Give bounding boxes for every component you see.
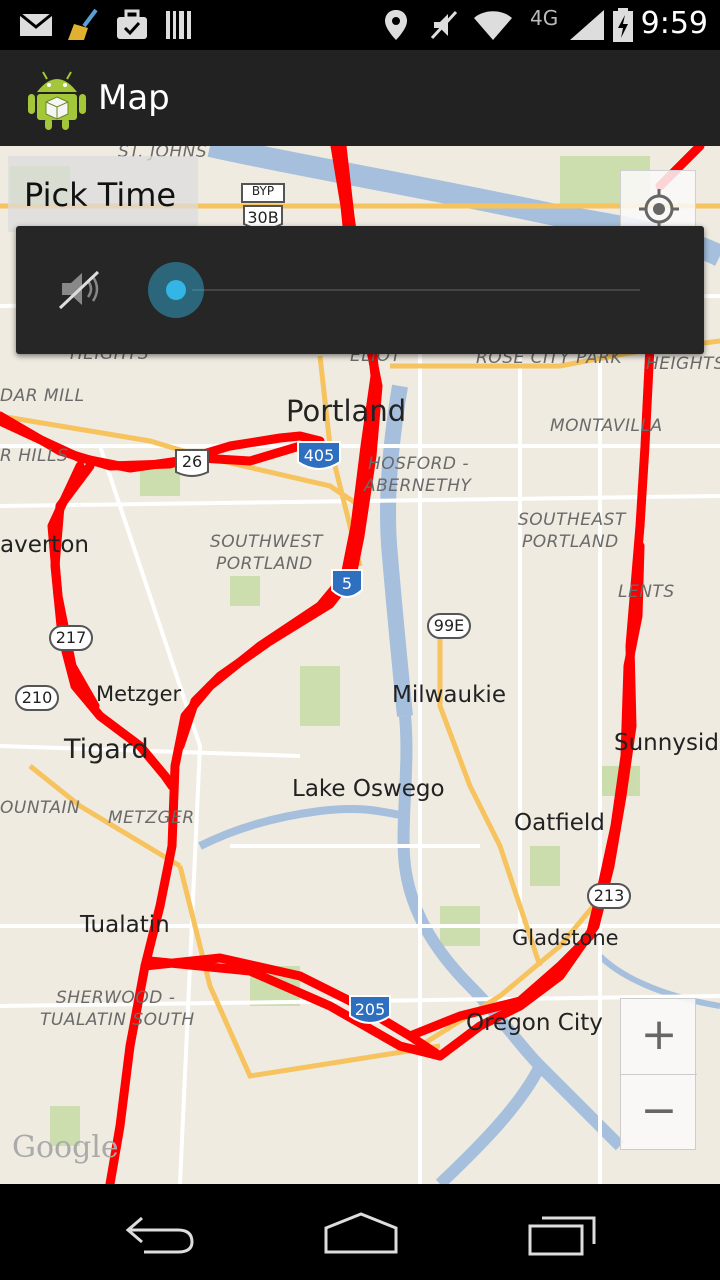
google-logo: Google — [12, 1130, 119, 1165]
zoom-in-button[interactable]: + — [621, 999, 697, 1075]
or213-shield: 213 — [593, 886, 625, 905]
or210-shield: 210 — [21, 688, 53, 707]
pick-time-button[interactable]: Pick Time — [8, 156, 198, 232]
district-label-cedar-mill: DAR MILL — [0, 386, 85, 406]
mute-icon — [430, 10, 458, 40]
district-label-southwest-2: PORTLAND — [216, 554, 313, 574]
district-label-metzger: METZGER — [108, 808, 195, 828]
barcode-icon — [166, 11, 191, 39]
district-label-montavilla: MONTAVILLA — [550, 416, 663, 436]
speaker-muted-icon[interactable] — [58, 266, 104, 312]
district-label-lents: LENTS — [618, 582, 675, 602]
us26-shield: 26 — [181, 452, 203, 471]
place-label-tigard: Tigard — [64, 734, 149, 765]
volume-slider-thumb-core — [166, 280, 186, 300]
home-icon[interactable] — [316, 1206, 406, 1258]
android-app-icon[interactable] — [26, 64, 88, 130]
byp-shield: BYP — [251, 184, 275, 198]
place-label-metzger: Metzger — [96, 682, 182, 706]
signal-icon — [570, 10, 604, 40]
district-label-heights-right: HEIGHTS — [646, 354, 720, 374]
battery-charging-icon — [613, 8, 633, 42]
place-label-oregon-city: Oregon City — [466, 1010, 603, 1036]
place-label-tualatin: Tualatin — [80, 912, 170, 938]
volume-slider-track[interactable] — [192, 289, 640, 291]
district-label-hosford-2: ABERNETHY — [364, 476, 472, 496]
network-type-label: 4G — [530, 6, 559, 30]
action-bar: Map — [0, 50, 720, 146]
gmail-icon — [19, 12, 53, 36]
district-label-southwest-1: SOUTHWEST — [210, 532, 324, 552]
us30b-shield: 30B — [247, 208, 279, 227]
district-label-southeast-1: SOUTHEAST — [518, 510, 626, 530]
volume-panel — [16, 226, 704, 354]
broom-icon — [68, 8, 98, 40]
district-label-hosford-1: HOSFORD - — [368, 454, 470, 474]
place-label-gladstone: Gladstone — [512, 926, 619, 950]
district-label-mountain: OUNTAIN — [0, 798, 81, 818]
district-label-cedar-hills: R HILLS — [0, 446, 69, 466]
zoom-out-button[interactable]: − — [621, 1075, 697, 1151]
volume-slider-thumb[interactable] — [148, 262, 204, 318]
place-label-portland: Portland — [286, 394, 407, 428]
place-label-lake-oswego: Lake Oswego — [292, 776, 445, 802]
status-clock: 9:59 — [640, 6, 708, 41]
place-label-oatfield: Oatfield — [514, 810, 605, 836]
back-icon[interactable] — [114, 1206, 204, 1258]
location-icon — [385, 10, 407, 40]
briefcase-icon — [117, 9, 147, 39]
navigation-bar — [0, 1184, 720, 1280]
wifi-icon — [474, 11, 512, 40]
i5-shield: 5 — [341, 574, 353, 593]
place-label-beaverton: averton — [0, 532, 89, 558]
or217-shield: 217 — [55, 628, 87, 647]
zoom-controls: + − — [620, 998, 697, 1151]
i405-shield: 405 — [303, 446, 335, 465]
district-label-sherwood-1: SHERWOOD - — [56, 988, 176, 1008]
or99e-shield: 99E — [433, 616, 465, 635]
place-label-milwaukie: Milwaukie — [392, 682, 506, 708]
place-label-sunnyside: Sunnyside — [614, 730, 720, 756]
district-label-southeast-2: PORTLAND — [522, 532, 619, 552]
district-label-sherwood-2: TUALATIN SOUTH — [40, 1010, 195, 1030]
page-title: Map — [98, 78, 170, 118]
recents-icon[interactable] — [518, 1206, 608, 1258]
status-bar: 4G 9:59 — [0, 0, 720, 50]
i205-shield: 205 — [354, 1000, 386, 1019]
